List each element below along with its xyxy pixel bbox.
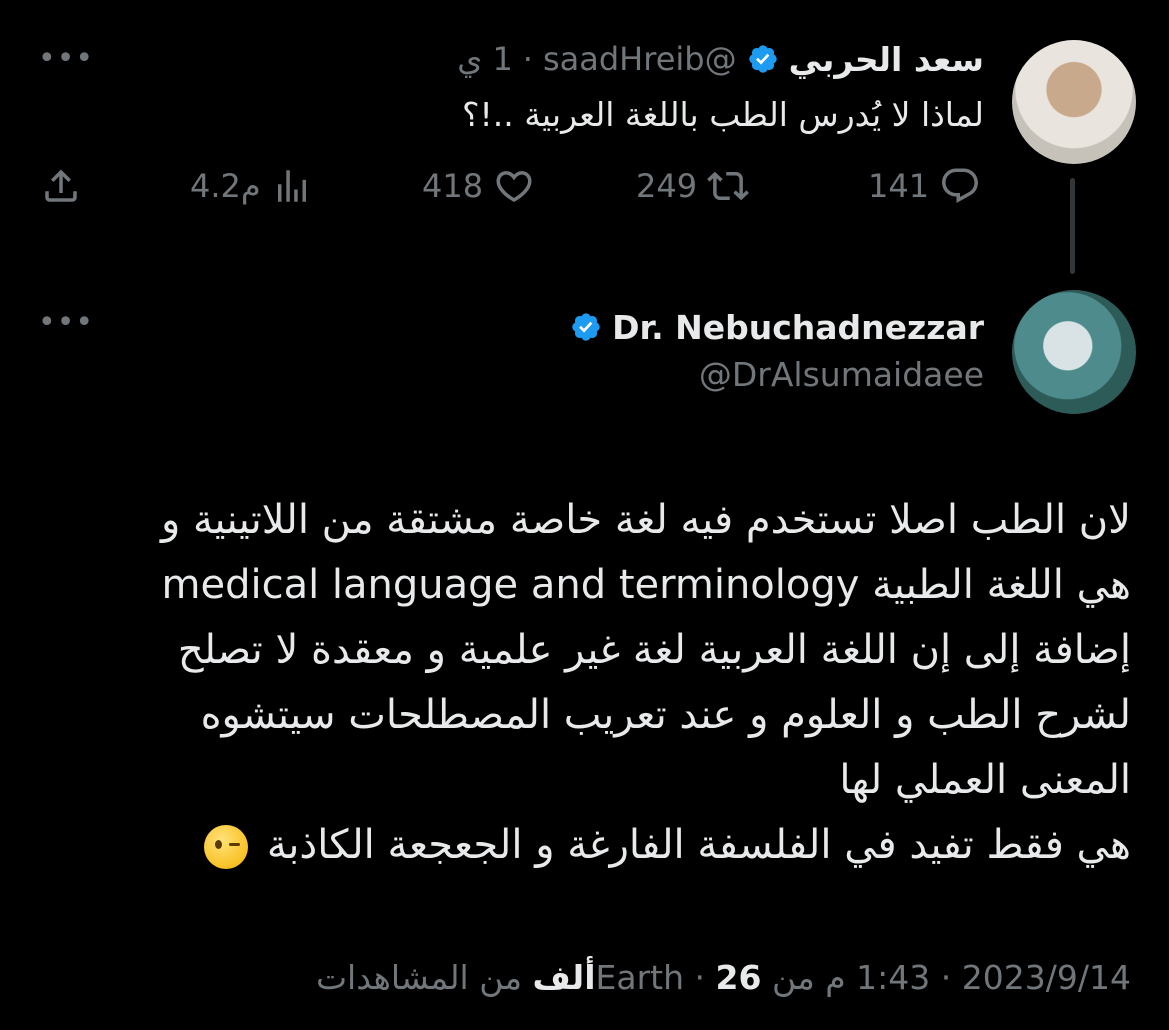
author-name[interactable]: Dr. Nebuchadnezzar (612, 308, 984, 347)
retweet-button[interactable]: 249 (636, 160, 749, 212)
author-handle[interactable]: @saadHreib (543, 40, 737, 78)
tweet-line: لان الطب اصلا تستخدم فيه لغة خاصة مشتقة … (160, 497, 1131, 543)
tweet-header: Dr. Nebuchadnezzar (570, 304, 984, 350)
verified-badge-icon (572, 313, 600, 341)
reply-button[interactable]: 141 (868, 160, 981, 212)
tweet-line-last: هي فقط تفيد في الفلسفة الفارغة و الجعجعة… (31, 813, 1131, 878)
separator-dot: · (522, 40, 533, 78)
tweet-time[interactable]: 1 ي (457, 40, 513, 78)
retweet-count: 249 (636, 167, 698, 205)
share-icon (45, 169, 77, 202)
tweet-text: لان الطب اصلا تستخدم فيه لغة خاصة مشتقة … (31, 488, 1131, 878)
tweet-line: إضافة إلى إن اللغة العربية لغة غير علمية… (177, 627, 1131, 673)
reply-count: 141 (868, 167, 930, 205)
views-label: من المشاهدات (315, 958, 522, 997)
heart-icon (496, 171, 532, 203)
thread-connector (1070, 178, 1075, 274)
tweet-time[interactable]: 1:43 م (825, 958, 930, 997)
views-unit: ألف (532, 958, 596, 997)
tweet-line: هي اللغة الطبية medical language and ter… (161, 562, 1131, 608)
author-handle[interactable]: @DrAlsumaidaee (699, 355, 984, 394)
like-button[interactable]: 418 (422, 160, 535, 212)
author-name[interactable]: سعد الحربي (789, 40, 984, 79)
reply-to-text: لماذا لا يُدرس الطب باللغة العربية ..!؟ (462, 95, 984, 134)
views-button[interactable]: 4.2م (190, 160, 313, 212)
tweet-date[interactable]: 2023/9/14 (962, 958, 1131, 997)
separator-dot: · (940, 958, 952, 997)
reply-to-header: سعد الحربي @saadHreib · 1 ي (457, 38, 984, 80)
share-button[interactable] (40, 160, 82, 212)
verified-badge-icon (748, 45, 777, 73)
tweet-line: لشرح الطب و العلوم و عند تعريب المصطلحات… (200, 692, 1131, 738)
avatar-saad[interactable] (1012, 40, 1136, 164)
tweet-source: من Earth (595, 958, 815, 997)
avatar-nebuchadnezzar[interactable] (1012, 290, 1136, 414)
separator-dot: · (694, 958, 706, 997)
action-bar: 4.2م 418 249 141 (40, 160, 990, 212)
more-horizontal-icon[interactable]: ••• (38, 44, 94, 74)
tweet-line-text: هي فقط تفيد في الفلسفة الفارغة و الجعجعة… (266, 822, 1131, 868)
tweet-line: المعنى العملي لها (839, 757, 1131, 803)
more-horizontal-icon[interactable]: ••• (38, 308, 94, 338)
tweet-meta: 2023/9/14 · 1:43 م من Earth · 26 ألف من ا… (316, 958, 1131, 997)
like-count: 418 (422, 167, 484, 205)
winking-face-emoji-icon (204, 825, 249, 869)
views-count: 4.2م (190, 167, 261, 205)
retweet-icon (707, 171, 749, 201)
reply-icon (942, 168, 979, 203)
views-icon (277, 170, 306, 202)
views-number: 26 (715, 958, 762, 997)
